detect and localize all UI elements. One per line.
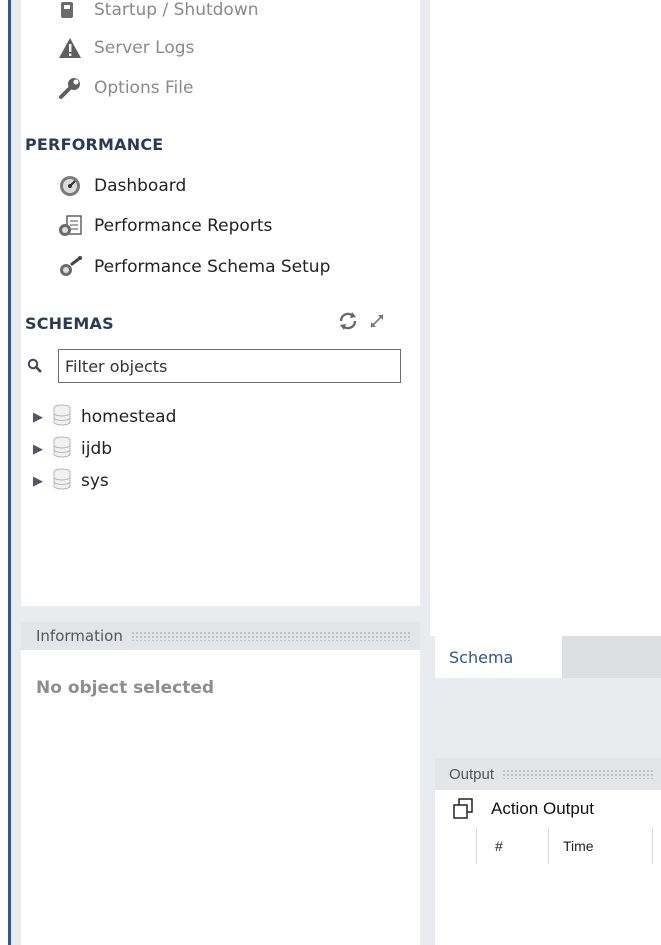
output-panel: Action Output # Time <box>435 790 661 945</box>
schema-name: ijdb <box>81 439 113 459</box>
tab-empty <box>562 636 661 678</box>
expand-arrow-icon[interactable]: ▶ <box>33 442 47 457</box>
schema-filter <box>27 349 412 385</box>
schema-item-sys[interactable]: ▶ sys <box>33 468 109 495</box>
information-panel-header: Information <box>21 622 420 650</box>
left-gap <box>11 0 21 945</box>
nav-item-label: Startup / Shutdown <box>94 0 259 20</box>
tab-schema[interactable]: Schema <box>435 636 562 678</box>
nav-item-options-file[interactable]: Options File <box>58 76 193 100</box>
copy-windows-icon[interactable] <box>451 797 475 821</box>
schema-name: homestead <box>81 407 177 427</box>
output-panel-header: Output <box>435 758 661 790</box>
nav-item-startup-shutdown[interactable]: Startup / Shutdown <box>58 0 259 22</box>
expand-arrow-icon[interactable]: ▶ <box>33 410 47 425</box>
action-output-selector[interactable]: Action Output <box>491 799 594 819</box>
information-panel: No object selected <box>21 650 420 945</box>
column-divider <box>548 828 549 864</box>
information-title: Information <box>36 627 123 645</box>
database-icon <box>53 468 71 495</box>
splitter-grip[interactable] <box>130 631 412 641</box>
info-tab-bar: Schema <box>435 636 661 678</box>
refresh-icon[interactable] <box>338 312 358 334</box>
schema-item-homestead[interactable]: ▶ homestead <box>33 404 177 431</box>
tab-label: Schema <box>449 647 514 667</box>
schema-setup-icon <box>58 255 86 279</box>
wrench-icon <box>58 76 86 100</box>
navigator-sidebar: Startup / Shutdown Server Logs Options F… <box>21 0 420 606</box>
column-header-time[interactable]: Time <box>563 828 623 864</box>
performance-section-title: PERFORMANCE <box>25 135 164 154</box>
reports-icon <box>58 214 86 238</box>
filter-objects-input[interactable] <box>58 349 401 383</box>
startup-icon <box>58 0 86 22</box>
nav-item-server-logs[interactable]: Server Logs <box>58 36 194 60</box>
splitter-grip[interactable] <box>502 769 653 779</box>
column-header-number[interactable]: # <box>495 828 535 864</box>
nav-item-dashboard[interactable]: Dashboard <box>58 174 186 198</box>
output-toolbar: Action Output <box>435 790 661 828</box>
schemas-section-title: SCHEMAS <box>25 314 114 333</box>
nav-item-label: Options File <box>94 78 194 98</box>
column-divider <box>476 828 477 864</box>
dashboard-icon <box>58 174 86 198</box>
database-icon <box>53 404 71 431</box>
expand-icon[interactable] <box>368 312 386 334</box>
database-icon <box>53 436 71 463</box>
window-left-edge <box>0 0 8 945</box>
nav-item-label: Dashboard <box>94 176 187 196</box>
schema-name: sys <box>81 471 109 491</box>
nav-item-label: Server Logs <box>94 38 195 58</box>
expand-arrow-icon[interactable]: ▶ <box>33 474 47 489</box>
warning-icon <box>58 36 86 60</box>
search-icon <box>27 358 43 378</box>
nav-item-performance-reports[interactable]: Performance Reports <box>58 214 272 238</box>
nav-item-label: Performance Reports <box>94 216 273 236</box>
output-title: Output <box>449 765 495 783</box>
information-message: No object selected <box>36 678 215 698</box>
schema-tab-content <box>435 678 661 758</box>
schema-item-ijdb[interactable]: ▶ ijdb <box>33 436 113 463</box>
main-editor-area <box>430 0 661 636</box>
nav-item-performance-schema-setup[interactable]: Performance Schema Setup <box>58 255 330 279</box>
column-divider <box>652 828 653 864</box>
nav-item-label: Performance Schema Setup <box>94 257 331 277</box>
